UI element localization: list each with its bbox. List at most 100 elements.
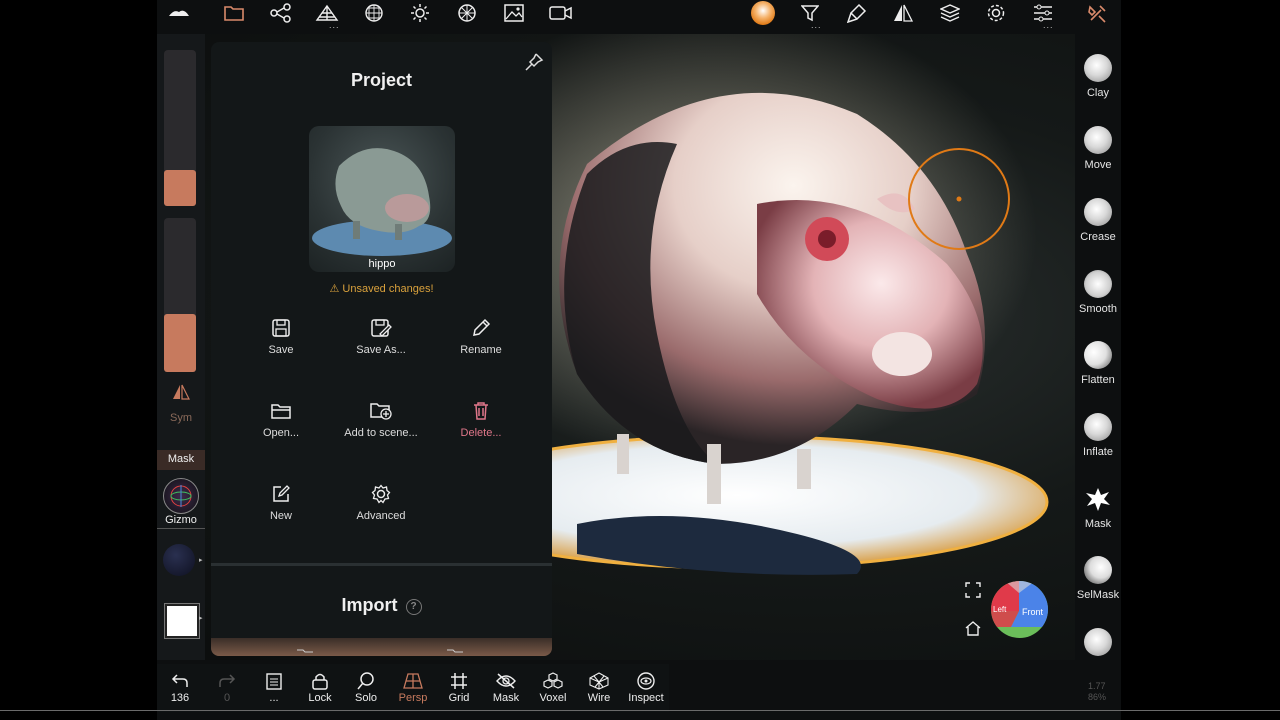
tool-label: Flatten (1081, 374, 1115, 386)
view-cube-left: Left (993, 605, 1007, 614)
mask-button[interactable]: Mask (484, 670, 528, 704)
save-as-button[interactable]: Save As... (331, 314, 431, 356)
tool-label: SelMask (1076, 589, 1120, 601)
grid-icon (437, 670, 481, 692)
mask-tab[interactable]: Mask (157, 450, 205, 470)
top-toolbar: ... ... ... (157, 0, 1121, 34)
rename-label: Rename (460, 344, 502, 356)
save-icon (231, 314, 331, 342)
share-icon[interactable] (267, 2, 295, 24)
wire-button[interactable]: Wire (577, 670, 621, 704)
voxel-button[interactable]: Voxel (531, 670, 575, 704)
help-icon[interactable]: ? (405, 599, 422, 615)
radius-slider-thumb[interactable] (164, 170, 196, 206)
gizmo-label[interactable]: Gizmo (157, 514, 205, 526)
tool-inflate[interactable]: Inflate (1075, 413, 1121, 458)
light-icon[interactable] (406, 2, 434, 24)
pin-icon[interactable] (524, 52, 544, 77)
history-label: ... (269, 692, 279, 704)
logo-icon[interactable] (165, 2, 193, 24)
stat-line-1: 1.77 (1088, 681, 1106, 691)
brush-icon[interactable] (843, 2, 871, 24)
folder-icon[interactable] (220, 2, 248, 24)
left-sidebar: Sym Mask Gizmo ▸ ▸ (157, 34, 205, 660)
image-icon[interactable] (500, 2, 528, 24)
redo-count: 0 (223, 692, 231, 704)
delete-label: Delete... (460, 427, 502, 439)
eye-off-icon (484, 670, 528, 692)
voxel-icon (531, 670, 575, 692)
open-button[interactable]: Open... (231, 397, 331, 439)
intensity-slider-thumb[interactable] (164, 314, 196, 372)
matcap-icon[interactable] (749, 1, 777, 25)
layers-icon[interactable] (936, 2, 964, 24)
lock-label: Lock (308, 692, 332, 704)
tool-smooth[interactable]: Smooth (1075, 270, 1121, 315)
grid-button[interactable]: Grid (437, 670, 481, 704)
import-actions-row (211, 638, 552, 656)
rename-button[interactable]: Rename (431, 314, 531, 356)
flatten-icon (1084, 341, 1112, 369)
home-icon[interactable] (965, 620, 981, 641)
undo-icon (158, 670, 202, 692)
right-toolbar: Clay Move Crease Smooth Flatten Inflate … (1075, 34, 1121, 660)
new-button[interactable]: New (231, 480, 331, 522)
gizmo-icon[interactable] (163, 478, 199, 514)
tool-next[interactable] (1075, 628, 1121, 658)
view-cube[interactable]: Left Front (991, 581, 1048, 638)
project-thumbnail[interactable]: hippo (309, 126, 455, 272)
save-label: Save (268, 344, 294, 356)
sym-label[interactable]: Sym (157, 412, 205, 424)
persp-button[interactable]: Persp (391, 670, 435, 704)
new-icon (231, 480, 331, 508)
symmetry-icon[interactable] (889, 2, 917, 24)
stat-line-2: 86% (1088, 692, 1107, 702)
tool-selmask[interactable]: SelMask (1075, 556, 1121, 601)
add-folder-icon (331, 397, 431, 425)
bottom-toolbar: 136 0 ... Lock Solo Persp Grid Mask Voxe… (157, 664, 669, 712)
mesh-icon[interactable] (360, 2, 388, 24)
bottom-divider (0, 710, 1280, 711)
material-sphere[interactable] (163, 544, 195, 576)
delete-button[interactable]: Delete... (431, 397, 531, 439)
history-button[interactable]: ... (252, 670, 296, 704)
tool-label: Inflate (1083, 446, 1113, 458)
import-heading: Import? (211, 595, 552, 616)
tool-move[interactable]: Move (1075, 126, 1121, 171)
advanced-button[interactable]: Advanced (331, 480, 431, 522)
settings-icon[interactable] (982, 2, 1010, 24)
lock-button[interactable]: Lock (298, 670, 342, 704)
tool-mask[interactable]: Mask (1075, 485, 1121, 530)
save-as-label: Save As... (356, 344, 406, 356)
project-panel: Project hippo ⚠ Unsaved changes! Save Sa… (211, 42, 552, 656)
color-swatch[interactable] (164, 603, 200, 639)
voxel-label: Voxel (539, 692, 567, 704)
save-button[interactable]: Save (231, 314, 331, 356)
add-to-scene-label: Add to scene... (344, 427, 418, 439)
solo-button[interactable]: Solo (344, 670, 388, 704)
redo-button[interactable]: 0 (205, 670, 249, 704)
open-label: Open... (262, 427, 300, 439)
view-cube-front: Front (1022, 607, 1044, 617)
undo-button[interactable]: 136 (158, 670, 202, 704)
smooth-icon (1084, 270, 1112, 298)
redo-icon (205, 670, 249, 692)
import-title: Import (341, 595, 398, 615)
camera-icon[interactable] (547, 2, 575, 24)
undo-count: 136 (170, 692, 190, 704)
add-to-scene-button[interactable]: Add to scene... (331, 397, 431, 439)
inspect-button[interactable]: Inspect (624, 670, 668, 704)
clay-icon (1084, 54, 1112, 82)
tool-flatten[interactable]: Flatten (1075, 341, 1121, 386)
tool-clay[interactable]: Clay (1075, 54, 1121, 99)
wire-label: Wire (587, 692, 611, 704)
material-icon[interactable] (453, 2, 481, 24)
tool-label: Smooth (1079, 303, 1117, 315)
tool-crease[interactable]: Crease (1075, 198, 1121, 243)
symmetry-toggle-icon[interactable] (172, 384, 190, 405)
perf-stats: 1.77 86% (1088, 681, 1106, 703)
trash-icon (431, 397, 531, 425)
tools-icon[interactable] (1084, 2, 1112, 24)
panel-title: Project (350, 70, 413, 90)
fullscreen-icon[interactable] (965, 582, 981, 603)
